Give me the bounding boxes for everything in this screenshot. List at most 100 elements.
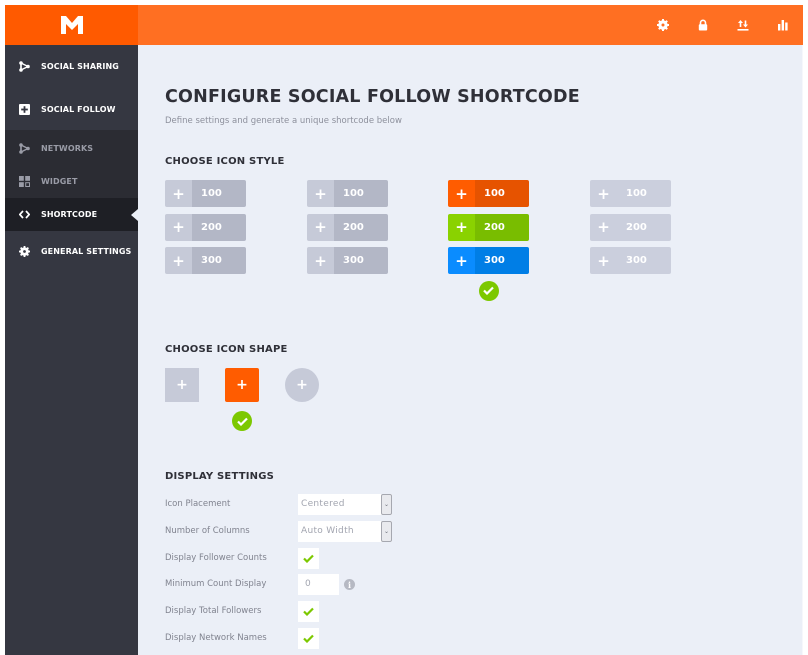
follower-count: 100 (617, 180, 671, 207)
page-title: CONFIGURE SOCIAL FOLLOW SHORTCODE (165, 87, 580, 107)
style-preview-button[interactable]: +100 (590, 180, 671, 207)
icon-placement-select[interactable]: Centered ⌄ (298, 494, 392, 515)
style-preview-button[interactable]: +200 (165, 213, 246, 241)
license-button[interactable] (683, 5, 723, 45)
setting-network-names: Display Network Names (165, 628, 465, 650)
setting-label: Icon Placement (165, 499, 231, 509)
top-bar (5, 5, 803, 45)
style-preview-button[interactable]: +300 (590, 247, 671, 274)
sidebar-subitem-shortcode[interactable]: SHORTCODE (5, 198, 138, 231)
follower-count: 200 (192, 213, 246, 241)
follower-count: 200 (617, 213, 671, 241)
sidebar: SOCIAL SHARING SOCIAL FOLLOW NETWORKS WI… (5, 45, 138, 655)
sidebar-item-social-sharing[interactable]: SOCIAL SHARING (5, 45, 138, 88)
follower-count: 100 (475, 180, 529, 207)
code-icon (19, 209, 30, 220)
style-preview-button[interactable]: +200 (448, 213, 529, 241)
columns-select[interactable]: Auto Width ⌄ (298, 521, 392, 542)
icon-style-option-2[interactable]: +100 +200 +300 (307, 180, 388, 281)
style-selected-check-icon (478, 280, 499, 301)
setting-label: Display Total Followers (165, 606, 262, 616)
style-preview-button[interactable]: +300 (307, 247, 388, 274)
minimum-count-input[interactable]: 0 (298, 574, 339, 595)
import-export-button[interactable] (723, 5, 763, 45)
network-names-checkbox[interactable] (298, 628, 319, 649)
input-value: 0 (305, 579, 311, 589)
checkmark-icon (303, 607, 314, 616)
share-icon (19, 61, 30, 72)
setting-number-of-columns: Number of Columns Auto Width ⌄ (165, 521, 465, 543)
sidebar-subitem-widget[interactable]: WIDGET (5, 164, 138, 198)
follower-count: 300 (617, 247, 671, 274)
sidebar-subitem-networks[interactable]: NETWORKS (5, 130, 138, 164)
plus-icon: + (448, 213, 475, 241)
scrollbar-track[interactable] (802, 45, 803, 655)
gear-icon (657, 19, 669, 31)
chevron-down-icon[interactable]: ⌄ (381, 494, 392, 515)
setting-follower-counts: Display Follower Counts (165, 548, 465, 570)
chevron-down-icon[interactable]: ⌄ (381, 521, 392, 542)
plus-icon: + (307, 180, 334, 207)
plus-icon: + (590, 247, 617, 274)
plus-icon: + (296, 377, 308, 393)
sidebar-item-label: SHORTCODE (41, 210, 98, 219)
plus-square-icon (19, 103, 30, 115)
style-preview-button[interactable]: +300 (165, 247, 246, 274)
setting-label: Minimum Count Display (165, 579, 267, 589)
select-value: Centered (301, 499, 345, 509)
style-preview-button[interactable]: +100 (165, 180, 246, 207)
plus-icon: + (176, 377, 188, 393)
checkmark-icon (303, 554, 314, 563)
style-preview-button[interactable]: +100 (307, 180, 388, 207)
icon-style-heading: CHOOSE ICON STYLE (165, 156, 285, 167)
logo-m-icon (60, 16, 83, 34)
plus-icon: + (165, 180, 192, 207)
style-preview-button[interactable]: +200 (307, 213, 388, 241)
sidebar-item-label: GENERAL SETTINGS (41, 247, 132, 256)
style-preview-button[interactable]: +100 (448, 180, 529, 207)
app-window: SOCIAL SHARING SOCIAL FOLLOW NETWORKS WI… (5, 5, 803, 655)
plus-icon: + (448, 247, 475, 274)
plus-icon: + (165, 213, 192, 241)
setting-label: Display Network Names (165, 633, 267, 643)
stats-button[interactable] (763, 5, 803, 45)
sidebar-item-label: SOCIAL SHARING (41, 62, 119, 71)
sidebar-item-general-settings[interactable]: GENERAL SETTINGS (5, 231, 138, 272)
plus-icon: + (448, 180, 475, 207)
info-icon[interactable]: i (344, 579, 355, 590)
display-settings-heading: DISPLAY SETTINGS (165, 471, 275, 482)
follower-count: 300 (334, 247, 388, 274)
style-preview-button[interactable]: +200 (590, 213, 671, 241)
style-preview-button[interactable]: +300 (448, 247, 529, 274)
plus-icon: + (165, 247, 192, 274)
shape-option-rounded[interactable]: + (225, 368, 259, 402)
gear-icon (19, 246, 30, 257)
follower-count: 300 (475, 247, 529, 274)
shape-selected-check-icon (232, 411, 252, 431)
icon-style-option-3[interactable]: +100 +200 +300 (448, 180, 529, 301)
follower-count: 100 (334, 180, 388, 207)
setting-label: Number of Columns (165, 526, 250, 536)
shape-option-square[interactable]: + (165, 368, 199, 402)
total-followers-checkbox[interactable] (298, 601, 319, 622)
shape-option-circle[interactable]: + (285, 368, 319, 402)
icon-style-option-4[interactable]: +100 +200 +300 (590, 180, 671, 281)
lock-icon (698, 19, 708, 31)
select-value: Auto Width (301, 526, 354, 536)
icon-shape-heading: CHOOSE ICON SHAPE (165, 344, 288, 355)
follower-counts-checkbox[interactable] (298, 548, 319, 569)
sidebar-item-label: SOCIAL FOLLOW (41, 104, 116, 114)
logo[interactable] (5, 5, 138, 45)
checkmark-icon (303, 634, 314, 643)
plus-icon: + (307, 247, 334, 274)
sidebar-item-social-follow[interactable]: SOCIAL FOLLOW (5, 88, 138, 130)
share-icon (19, 142, 30, 154)
setting-icon-placement: Icon Placement Centered ⌄ (165, 494, 465, 516)
plus-icon: + (590, 213, 617, 241)
settings-button[interactable] (643, 5, 683, 45)
follower-count: 200 (475, 213, 529, 241)
import-export-icon (737, 20, 749, 31)
plus-icon: + (236, 377, 248, 393)
stats-icon (778, 20, 788, 31)
icon-style-option-1[interactable]: +100 +200 +300 (165, 180, 246, 281)
